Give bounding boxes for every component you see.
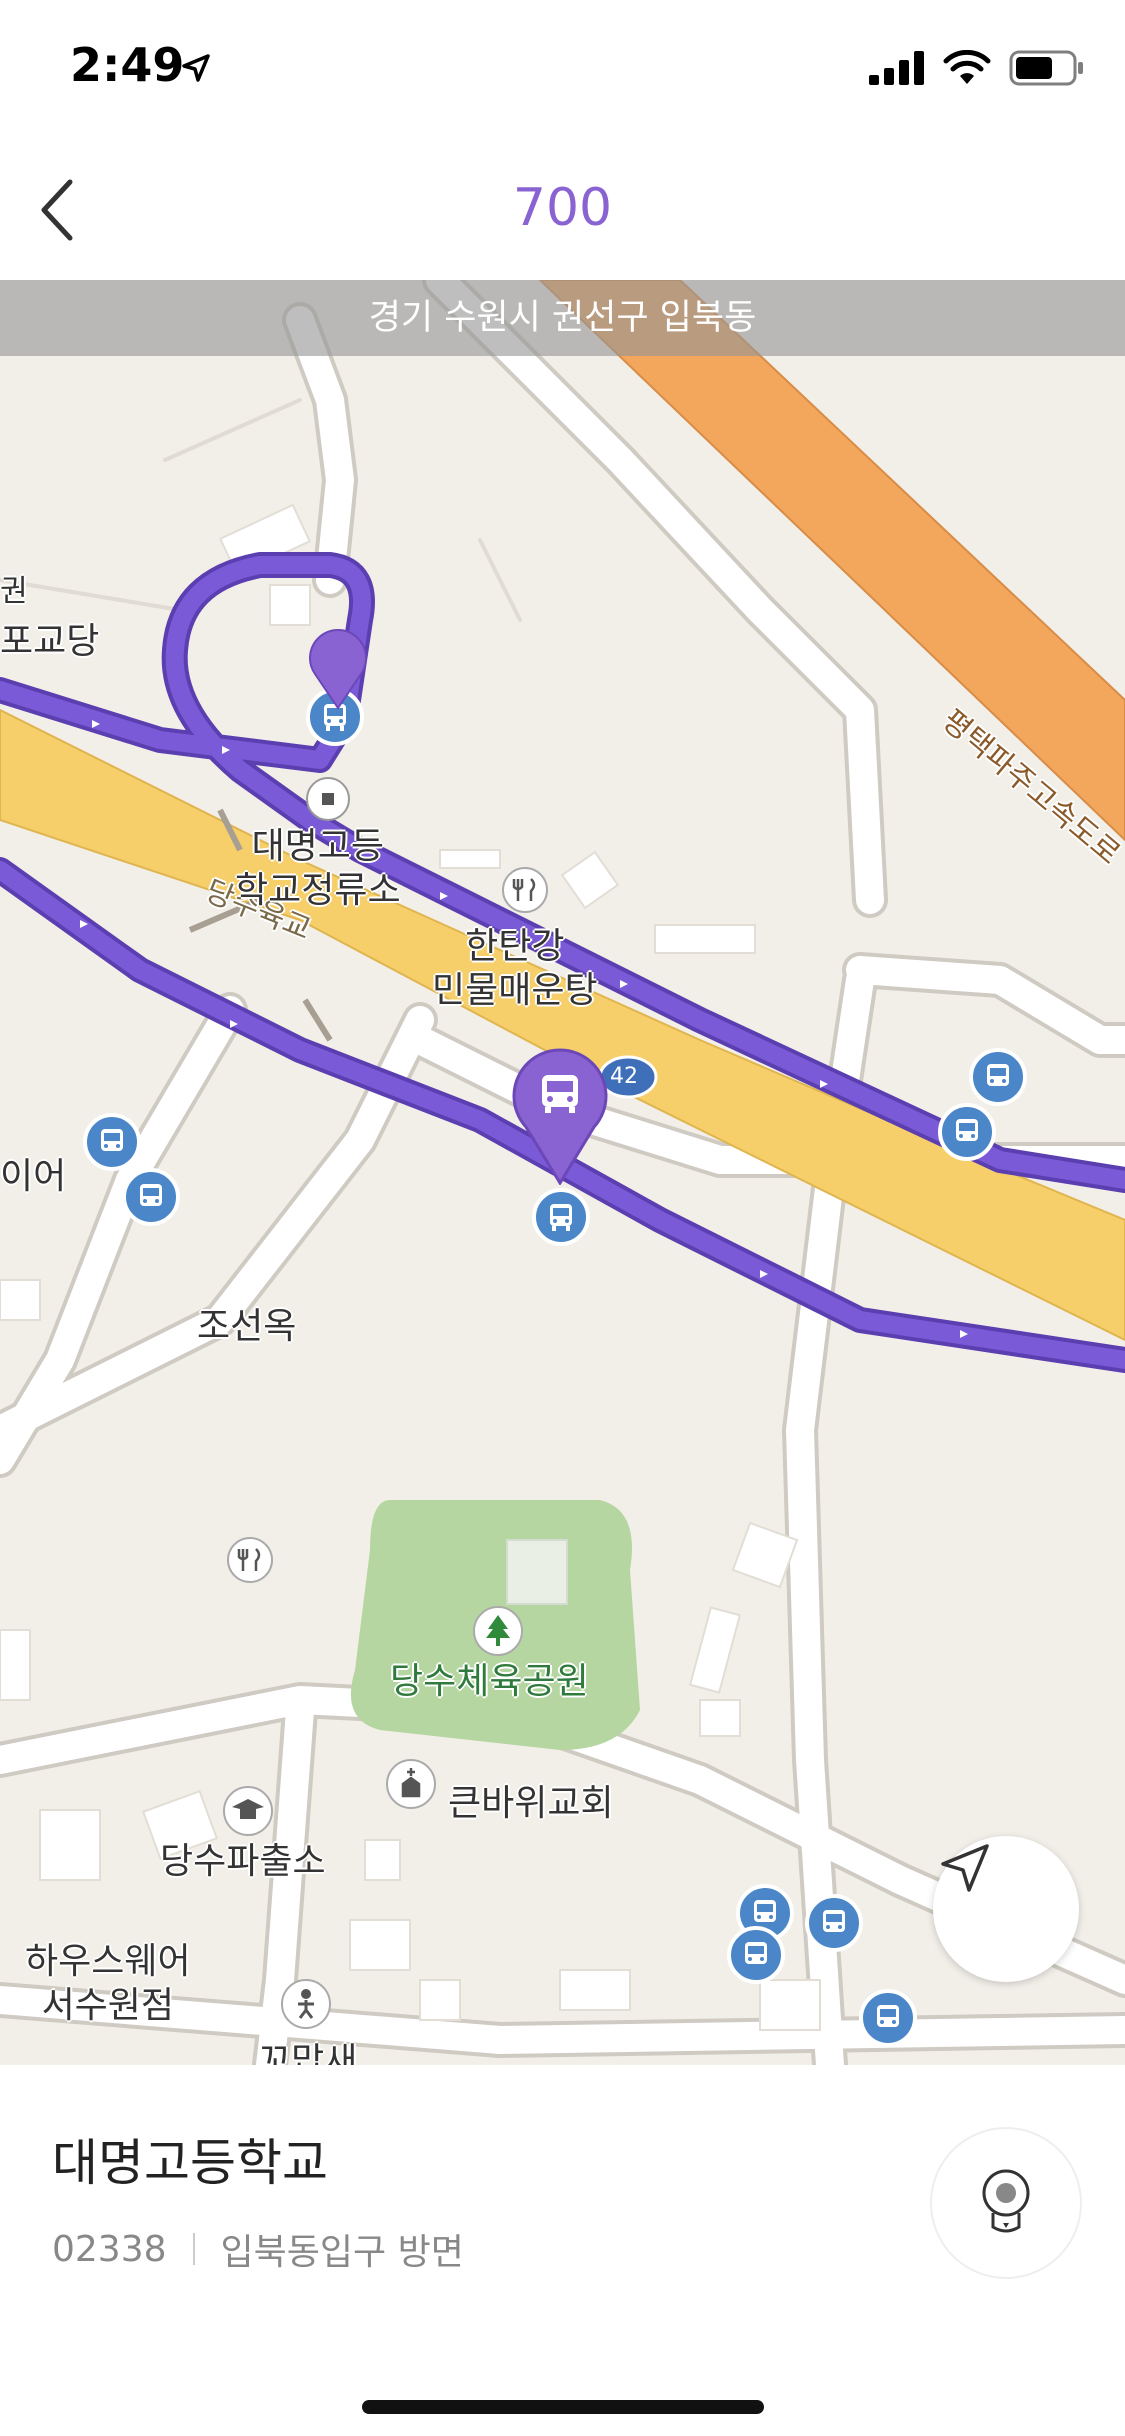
- divider: [192, 2233, 195, 2265]
- location-arrow-icon: [182, 54, 210, 82]
- status-time: 2:49: [70, 38, 185, 92]
- bus-stop-point-icon[interactable]: [304, 775, 352, 823]
- stop-name-map-label: 대명고등 학교정류소: [235, 826, 401, 911]
- person-icon[interactable]: [280, 1978, 332, 2030]
- route-pin-marker[interactable]: [303, 620, 373, 710]
- map-label-edge-1: 권: [0, 574, 28, 609]
- stop-id: 02338: [52, 2228, 167, 2270]
- bus-stop-icon[interactable]: [804, 1893, 864, 1953]
- stop-meta: 02338 입북동입구 방면: [52, 2223, 464, 2275]
- home-indicator: [362, 2400, 764, 2414]
- restaurant-icon[interactable]: [500, 865, 550, 915]
- bus-stop-icon[interactable]: [937, 1102, 997, 1162]
- restaurant-label-1: 한탄강 민물매운탕: [432, 926, 598, 1011]
- church-label: 큰바위교회: [448, 1783, 614, 1824]
- status-bar: 2:49: [0, 0, 1125, 140]
- map-view[interactable]: 경기 수원시 권선구 입북동 평택파주고속도로 당수육교 42 권 포교당 대명…: [0, 280, 1125, 2065]
- bus-stop-icon[interactable]: [726, 1925, 786, 1985]
- route-number-title: 700: [512, 178, 613, 238]
- restaurant-label-2: 조선옥: [197, 1306, 297, 1347]
- header: 700: [0, 140, 1125, 281]
- status-indicators: [869, 50, 1085, 86]
- park-tree-icon[interactable]: [472, 1605, 524, 1657]
- map-label-bottom-cut: 꼬맙새: [258, 2041, 358, 2065]
- bus-stop-icon[interactable]: [531, 1187, 591, 1247]
- road-number-label: 42: [610, 1064, 638, 1089]
- cctv-camera-icon: [982, 2169, 1030, 2233]
- church-icon[interactable]: [385, 1758, 437, 1810]
- cctv-button[interactable]: [930, 2127, 1082, 2279]
- map-label-edge-2: 포교당: [0, 621, 100, 662]
- bus-stop-icon[interactable]: [968, 1047, 1028, 1107]
- store-label: 하우스웨어 서수원점: [25, 1941, 191, 2026]
- bus-stop-icon[interactable]: [858, 1988, 918, 2048]
- stop-direction: 입북동입구 방면: [220, 2232, 464, 2273]
- park-label: 당수체육공원: [390, 1661, 589, 1702]
- cellular-signal-icon: [869, 51, 924, 85]
- wifi-icon: [943, 50, 991, 84]
- bus-stop-icon[interactable]: [121, 1167, 181, 1227]
- police-label: 당수파출소: [160, 1841, 326, 1882]
- selected-stop-pin[interactable]: [510, 1045, 610, 1185]
- address-banner: 경기 수원시 권선구 입북동: [0, 280, 1125, 356]
- stop-info-panel: 대명고등학교 02338 입북동입구 방면: [0, 2065, 1125, 2436]
- police-station-icon[interactable]: [222, 1785, 274, 1837]
- navigation-arrow-icon: [941, 1844, 989, 1892]
- stop-name: 대명고등학교: [52, 2134, 328, 2192]
- current-location-button[interactable]: [933, 1836, 1079, 1982]
- battery-icon: [1009, 50, 1083, 86]
- map-label-edge-3: 이어: [0, 1156, 67, 1197]
- bus-stop-icon[interactable]: [82, 1112, 142, 1172]
- restaurant-icon[interactable]: [225, 1535, 275, 1585]
